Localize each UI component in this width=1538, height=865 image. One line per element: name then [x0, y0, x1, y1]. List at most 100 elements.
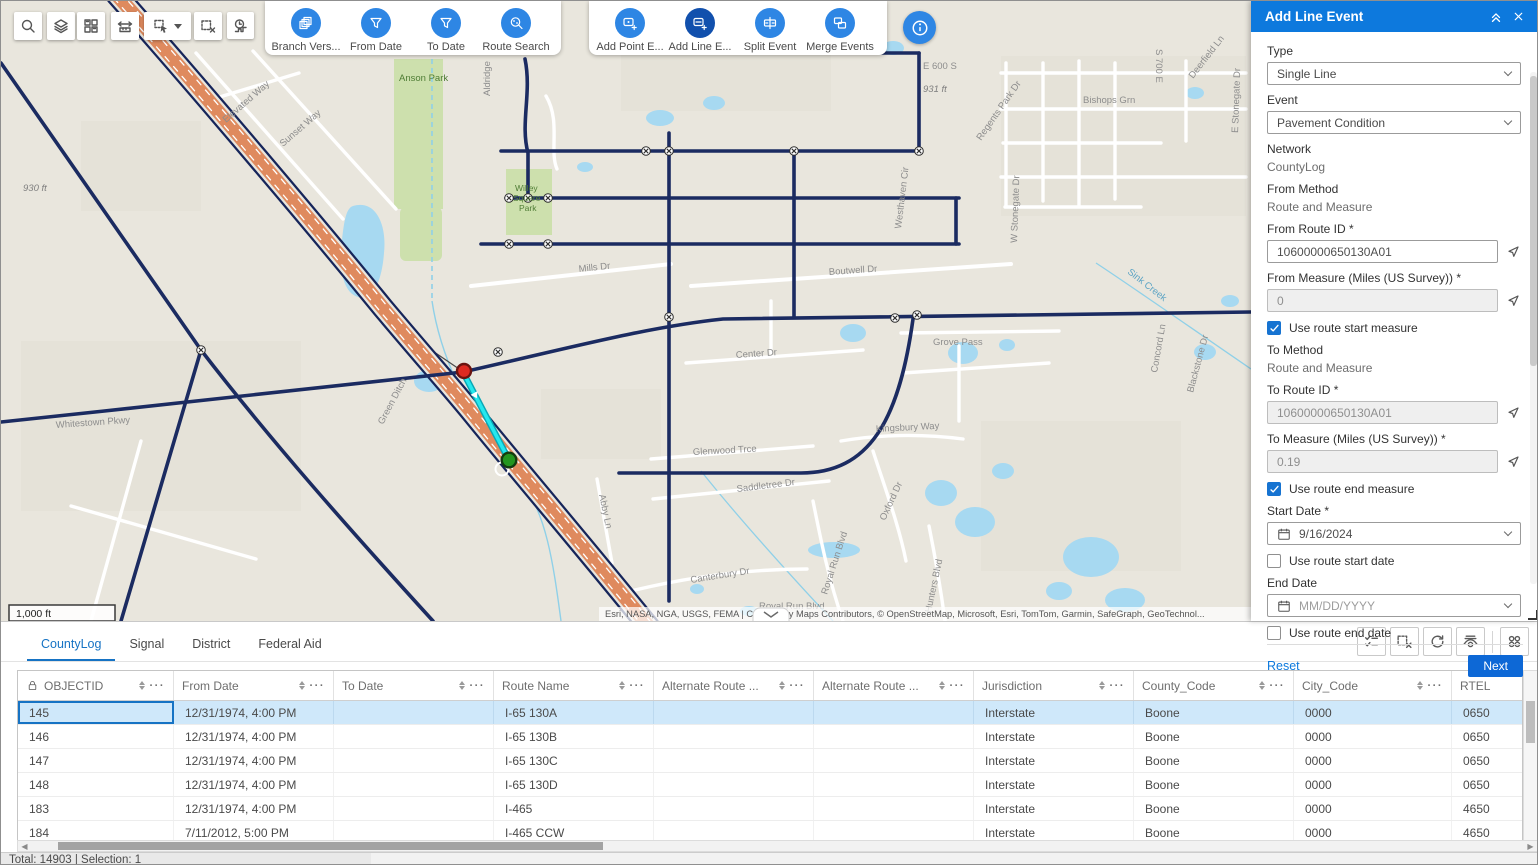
pick-from-map-icon[interactable]	[1505, 405, 1521, 421]
info-button[interactable]	[903, 11, 936, 44]
column-header-route-name[interactable]: Route Name ···	[494, 671, 654, 700]
column-menu-icon[interactable]: ···	[1110, 680, 1126, 692]
basemap-button[interactable]	[77, 12, 105, 40]
column-header-to-date[interactable]: To Date ···	[334, 671, 494, 700]
tab-district[interactable]: District	[178, 637, 244, 661]
use-route-end-date-checkbox[interactable]: Use route end date	[1267, 626, 1521, 640]
sort-icon[interactable]	[619, 681, 625, 690]
use-route-start-date-checkbox[interactable]: Use route start date	[1267, 554, 1521, 568]
merge-events-button[interactable]: Merge Events	[805, 8, 875, 53]
from-measure-input[interactable]: 0	[1267, 289, 1498, 312]
sort-icon[interactable]	[139, 681, 145, 690]
clear-selection-icon	[200, 18, 216, 34]
layers-button[interactable]	[47, 12, 75, 40]
column-menu-icon[interactable]: ···	[150, 680, 166, 692]
search-icon	[20, 18, 36, 34]
to-route-id-label: To Route ID *	[1267, 383, 1521, 397]
table-vertical-scrollbar[interactable]	[1523, 670, 1538, 844]
column-header-jurisdiction[interactable]: Jurisdiction ···	[974, 671, 1134, 700]
map-label: 930 ft	[23, 183, 47, 194]
from-date-button[interactable]: From Date	[341, 8, 411, 53]
select-dropdown-caret[interactable]	[174, 24, 182, 29]
type-select[interactable]: Single Line	[1267, 62, 1521, 85]
start-date-input[interactable]: 9/16/2024	[1267, 522, 1521, 545]
pick-from-map-icon[interactable]	[1505, 244, 1521, 260]
scroll-right-arrow[interactable]: ▶	[1524, 842, 1537, 851]
tab-federal-aid[interactable]: Federal Aid	[244, 637, 335, 661]
add-line-event-button[interactable]: Add Line E...	[665, 8, 735, 53]
column-header-from-date[interactable]: From Date ···	[174, 671, 334, 700]
clear-selection-button[interactable]	[194, 12, 222, 40]
map-label: Anson Park	[399, 73, 448, 84]
to-date-button[interactable]: To Date	[411, 8, 481, 53]
table-row[interactable]: 147 12/31/1974, 4:00 PM I-65 130C Inters…	[18, 749, 1522, 773]
type-label: Type	[1267, 44, 1521, 58]
panel-scrollbar[interactable]	[1530, 72, 1537, 584]
route-search-button[interactable]: Route Search	[481, 8, 551, 53]
checkbox-checked-icon	[1267, 482, 1281, 496]
time-slider-button[interactable]	[227, 12, 254, 39]
table-horizontal-scrollbar[interactable]: ◀ ▶	[17, 840, 1538, 852]
tab-signal[interactable]: Signal	[115, 637, 178, 661]
sort-icon[interactable]	[1259, 681, 1265, 690]
add-line-event-panel: Add Line Event Type Single Line Event Pa…	[1251, 1, 1538, 621]
map-label: E Stonegate Dr	[1230, 68, 1243, 133]
branch-versions-icon	[291, 8, 321, 38]
map-label: E 600 S	[923, 61, 957, 72]
app-window: Elevated Way Sunset Way Anson Park Aldri…	[0, 0, 1538, 865]
from-measure-marker[interactable]	[457, 364, 471, 378]
sort-icon[interactable]	[1099, 681, 1105, 690]
table-row[interactable]: 183 12/31/1974, 4:00 PM I-465 Interstate…	[18, 797, 1522, 821]
panel-header: Add Line Event	[1251, 1, 1538, 32]
table-row[interactable]: 148 12/31/1974, 4:00 PM I-65 130D Inters…	[18, 773, 1522, 797]
sort-icon[interactable]	[779, 681, 785, 690]
scroll-left-arrow[interactable]: ◀	[18, 842, 31, 851]
map-canvas[interactable]: Elevated Way Sunset Way Anson Park Aldri…	[1, 1, 1251, 621]
table-row[interactable]: 145 12/31/1974, 4:00 PM I-65 130A Inters…	[18, 701, 1522, 725]
event-label: Event	[1267, 93, 1521, 107]
to-route-id-input[interactable]: 10600000650130A01	[1267, 401, 1498, 424]
sort-icon[interactable]	[939, 681, 945, 690]
split-event-button[interactable]: Split Event	[735, 8, 805, 53]
select-tool-button[interactable]	[144, 12, 191, 40]
column-menu-icon[interactable]: ···	[790, 680, 806, 692]
search-button[interactable]	[14, 12, 42, 40]
column-menu-icon[interactable]: ···	[630, 680, 646, 692]
column-menu-icon[interactable]: ···	[950, 680, 966, 692]
add-point-event-button[interactable]: Add Point E...	[595, 8, 665, 53]
to-measure-marker[interactable]	[502, 453, 517, 468]
pick-from-map-icon[interactable]	[1505, 293, 1521, 309]
event-select[interactable]: Pavement Condition	[1267, 111, 1521, 134]
column-menu-icon[interactable]: ···	[310, 680, 326, 692]
use-route-start-measure-checkbox[interactable]: Use route start measure	[1267, 321, 1521, 335]
start-date-label: Start Date *	[1267, 504, 1521, 518]
next-button[interactable]: Next	[1468, 655, 1523, 677]
map-label: Park	[519, 203, 537, 213]
panel-resize-handle[interactable]	[1528, 610, 1538, 620]
column-header-alternate-route-1[interactable]: Alternate Route ... ···	[654, 671, 814, 700]
collapse-panel-button[interactable]	[1485, 6, 1507, 28]
tab-countylog[interactable]: CountyLog	[27, 637, 115, 661]
panel-footer: Reset Next	[1267, 644, 1523, 686]
info-icon	[911, 19, 929, 37]
branch-versions-button[interactable]: Branch Vers...	[271, 8, 341, 53]
reset-button[interactable]: Reset	[1267, 659, 1300, 673]
svg-text:Esri, NASA, NGA, USGS, FEMA |: Esri, NASA, NGA, USGS, FEMA | Community …	[605, 609, 1205, 619]
sort-icon[interactable]	[299, 681, 305, 690]
close-panel-button[interactable]	[1507, 6, 1529, 28]
collapse-table-chevron[interactable]	[753, 608, 789, 621]
measure-button[interactable]	[111, 12, 139, 40]
to-method-label: To Method	[1267, 343, 1521, 357]
end-date-input[interactable]: MM/DD/YYYY	[1267, 594, 1521, 617]
to-measure-input[interactable]: 0.19	[1267, 450, 1498, 473]
pick-from-map-icon[interactable]	[1505, 454, 1521, 470]
table-row[interactable]: 146 12/31/1974, 4:00 PM I-65 130B Inters…	[18, 725, 1522, 749]
sort-icon[interactable]	[459, 681, 465, 690]
column-menu-icon[interactable]: ···	[470, 680, 486, 692]
column-header-alternate-route-2[interactable]: Alternate Route ... ···	[814, 671, 974, 700]
from-route-id-input[interactable]: 10600000650130A01	[1267, 240, 1498, 263]
scrollbar-thumb[interactable]	[58, 842, 603, 850]
use-route-end-measure-checkbox[interactable]: Use route end measure	[1267, 482, 1521, 496]
column-header-objectid[interactable]: OBJECTID ···	[18, 671, 174, 700]
map-label: 931 ft	[923, 84, 947, 95]
